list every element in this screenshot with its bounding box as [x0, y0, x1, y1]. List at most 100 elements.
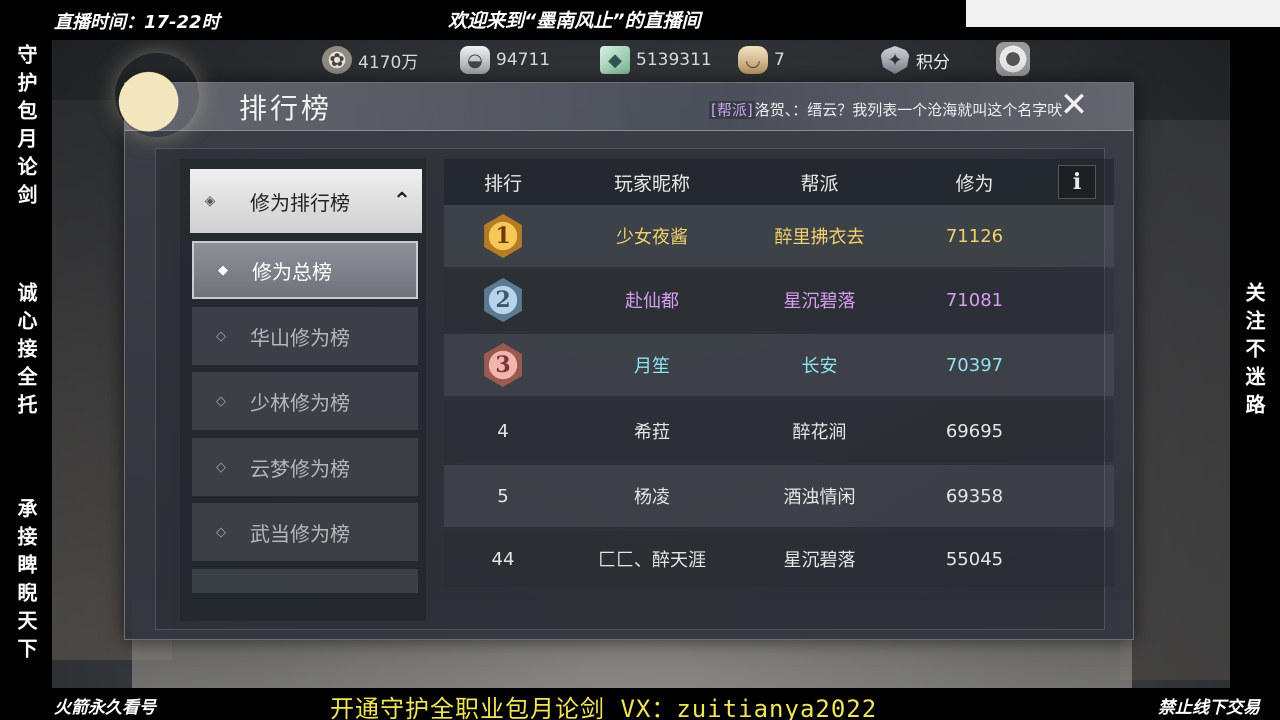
menu-item-huashan[interactable]: ◇ 华山修为榜	[192, 307, 418, 365]
guild-chat-message[interactable]: [帮派] 洛贺、：缙云？我列表一个沧海就叫这个名字吠	[709, 99, 1062, 120]
moon-icon	[115, 53, 199, 137]
silver-medal-icon: 2	[484, 278, 522, 322]
chat-channel-tag: [帮派]	[709, 101, 755, 119]
header-rank: 排行	[483, 172, 522, 195]
currency-coin-value: 4170万	[358, 52, 419, 73]
currency-bowl[interactable]: ◡ 7	[738, 46, 785, 74]
points-label: 积分	[916, 52, 950, 73]
diamond-bullet-icon: ◇	[216, 459, 226, 475]
bottom-right-text: 禁止线下交易	[1158, 698, 1260, 718]
currency-jade[interactable]: ◆ 5139311	[600, 46, 712, 74]
leaderboard-panel: 排行榜 [帮派] 洛贺、：缙云？我列表一个沧海就叫这个名字吠 ✕ ◈ 修为排行榜 …	[115, 53, 1134, 640]
menu-item-total[interactable]: ◆ 修为总榜	[192, 241, 418, 299]
chat-text: 洛贺、：缙云？我列表一个沧海就叫这个名字吠	[754, 101, 1063, 119]
table-header: 排行 玩家昵称 帮派 修为 i	[444, 159, 1114, 205]
score-cell: 71081	[945, 289, 1004, 311]
game-screen: ✿ 4170万 ◒ 94711 ◆ 5139311 ◡ 7 ✦ 积分 排行榜 […	[52, 40, 1230, 688]
score-cell: 71126	[945, 225, 1004, 247]
gear-icon	[996, 42, 1030, 76]
menu-item-wudang[interactable]: ◇ 武当修为榜	[192, 503, 418, 561]
stream-welcome-text: 欢迎来到“墨南风止”的直播间	[448, 10, 701, 32]
score-cell: 55045	[945, 548, 1004, 570]
table-row[interactable]: 4 希菈 醉花涧 69695	[444, 400, 1114, 462]
table-row[interactable]: 2 赴仙都 星沉碧落 71081	[444, 269, 1114, 331]
guild-cell: 酒浊情闲	[783, 487, 856, 508]
player-name-cell: 匚匚、醉天涯	[598, 550, 706, 571]
left-vertical-text-1: 守护包月论剑	[14, 44, 38, 212]
score-cell: 70397	[945, 354, 1004, 376]
currency-coin[interactable]: ✿ 4170万	[322, 46, 418, 74]
rank-cell: 2	[444, 278, 562, 322]
table-row[interactable]: 5 杨凌 酒浊情闲 69358	[444, 465, 1114, 527]
rank-cell: 4	[497, 420, 509, 442]
panel-header: 排行榜 [帮派] 洛贺、：缙云？我列表一个沧海就叫这个名字吠 ✕	[115, 53, 1133, 137]
menu-item-label: 云梦修为榜	[250, 456, 350, 481]
table-row[interactable]: 3 月笙 长安 70397	[444, 334, 1114, 396]
menu-item-partial[interactable]	[192, 569, 418, 593]
table-row-self[interactable]: 44 匚匚、醉天涯 星沉碧落 55045	[444, 531, 1114, 587]
menu-header-label: 修为排行榜	[250, 190, 350, 215]
category-menu: ◈ 修为排行榜 ⌃ ◆ 修为总榜 ◇ 华山修为榜 ◇ 少林修为榜 ◇ 云梦修为榜…	[180, 159, 426, 621]
player-name-cell: 希菈	[634, 422, 670, 443]
diamond-icon: ◈	[204, 193, 216, 209]
stream-right-column: 关注不迷路	[1230, 40, 1280, 688]
stream-bottom-bar: 火箭永久看号 开通守护全职业包月论剑 VX：zuitianya2022 禁止线下…	[0, 688, 1280, 720]
points-button[interactable]: ✦ 积分	[880, 46, 950, 74]
menu-header-cultivation[interactable]: ◈ 修为排行榜 ⌃	[190, 169, 422, 233]
menu-item-label: 华山修为榜	[250, 325, 350, 350]
chevron-up-icon: ⌃	[392, 188, 412, 214]
player-name-cell: 杨凌	[634, 487, 670, 508]
diamond-bullet-icon: ◇	[216, 524, 226, 540]
bottom-left-text: 火箭永久看号	[54, 698, 156, 718]
diamond-bullet-icon: ◆	[218, 262, 228, 278]
guild-cell: 醉花涧	[792, 422, 847, 443]
settings-button[interactable]	[996, 42, 1036, 76]
stream-time-text: 直播时间：17-22时	[54, 12, 220, 33]
currency-jade-value: 5139311	[636, 50, 712, 70]
stream-left-column: 守护包月论剑 诚心接全托 承接睥睨天下	[0, 40, 52, 688]
diamond-bullet-icon: ◇	[216, 328, 226, 344]
header-guild: 帮派	[800, 172, 839, 195]
currency-bowl-value: 7	[774, 50, 785, 70]
player-name-cell: 月笙	[634, 356, 670, 377]
panel-content: ◈ 修为排行榜 ⌃ ◆ 修为总榜 ◇ 华山修为榜 ◇ 少林修为榜 ◇ 云梦修为榜…	[155, 148, 1114, 630]
player-name-cell: 赴仙都	[625, 291, 679, 312]
silver-ingot-icon: ◒	[460, 46, 490, 74]
guild-cell: 醉里拂衣去	[774, 227, 865, 248]
score-cell: 69358	[945, 485, 1004, 507]
shield-icon: ✦	[880, 46, 910, 74]
currency-silver[interactable]: ◒ 94711	[460, 46, 550, 74]
rank-cell: 5	[497, 485, 509, 507]
jade-icon: ◆	[600, 46, 630, 74]
left-vertical-text-2: 诚心接全托	[14, 282, 38, 422]
rank-cell: 3	[444, 343, 562, 387]
gold-medal-icon: 1	[484, 214, 522, 258]
currency-silver-value: 94711	[496, 50, 551, 70]
info-button[interactable]: i	[1058, 165, 1096, 199]
score-cell: 69695	[945, 420, 1004, 442]
guild-cell: 星沉碧落	[783, 291, 856, 312]
menu-item-label: 少林修为榜	[250, 390, 350, 415]
table-row[interactable]: 1 少女夜酱 醉里拂衣去 71126	[444, 205, 1114, 267]
rank-cell: 44	[491, 548, 515, 570]
header-cultivation: 修为	[955, 172, 994, 195]
bottom-center-text: 开通守护全职业包月论剑 VX：zuitianya2022	[330, 695, 878, 720]
panel-title: 排行榜	[239, 92, 333, 125]
menu-item-shaolin[interactable]: ◇ 少林修为榜	[192, 372, 418, 430]
left-vertical-text-3: 承接睥睨天下	[14, 498, 38, 666]
player-name-cell: 少女夜酱	[616, 227, 688, 248]
menu-item-yunmeng[interactable]: ◇ 云梦修为榜	[192, 438, 418, 496]
close-button[interactable]: ✕	[1055, 87, 1093, 125]
right-vertical-text: 关注不迷路	[1242, 282, 1266, 422]
menu-item-label: 修为总榜	[252, 259, 332, 284]
header-player-name: 玩家昵称	[613, 172, 690, 195]
bronze-medal-icon: 3	[484, 343, 522, 387]
guild-cell: 星沉碧落	[783, 550, 856, 571]
white-overlay-box	[966, 0, 1280, 27]
diamond-bullet-icon: ◇	[216, 393, 226, 409]
menu-item-label: 武当修为榜	[250, 521, 350, 546]
background-pillar-right	[1120, 120, 1230, 680]
bowl-icon: ◡	[738, 46, 768, 74]
rank-cell: 1	[444, 214, 562, 258]
coin-icon: ✿	[322, 46, 352, 74]
